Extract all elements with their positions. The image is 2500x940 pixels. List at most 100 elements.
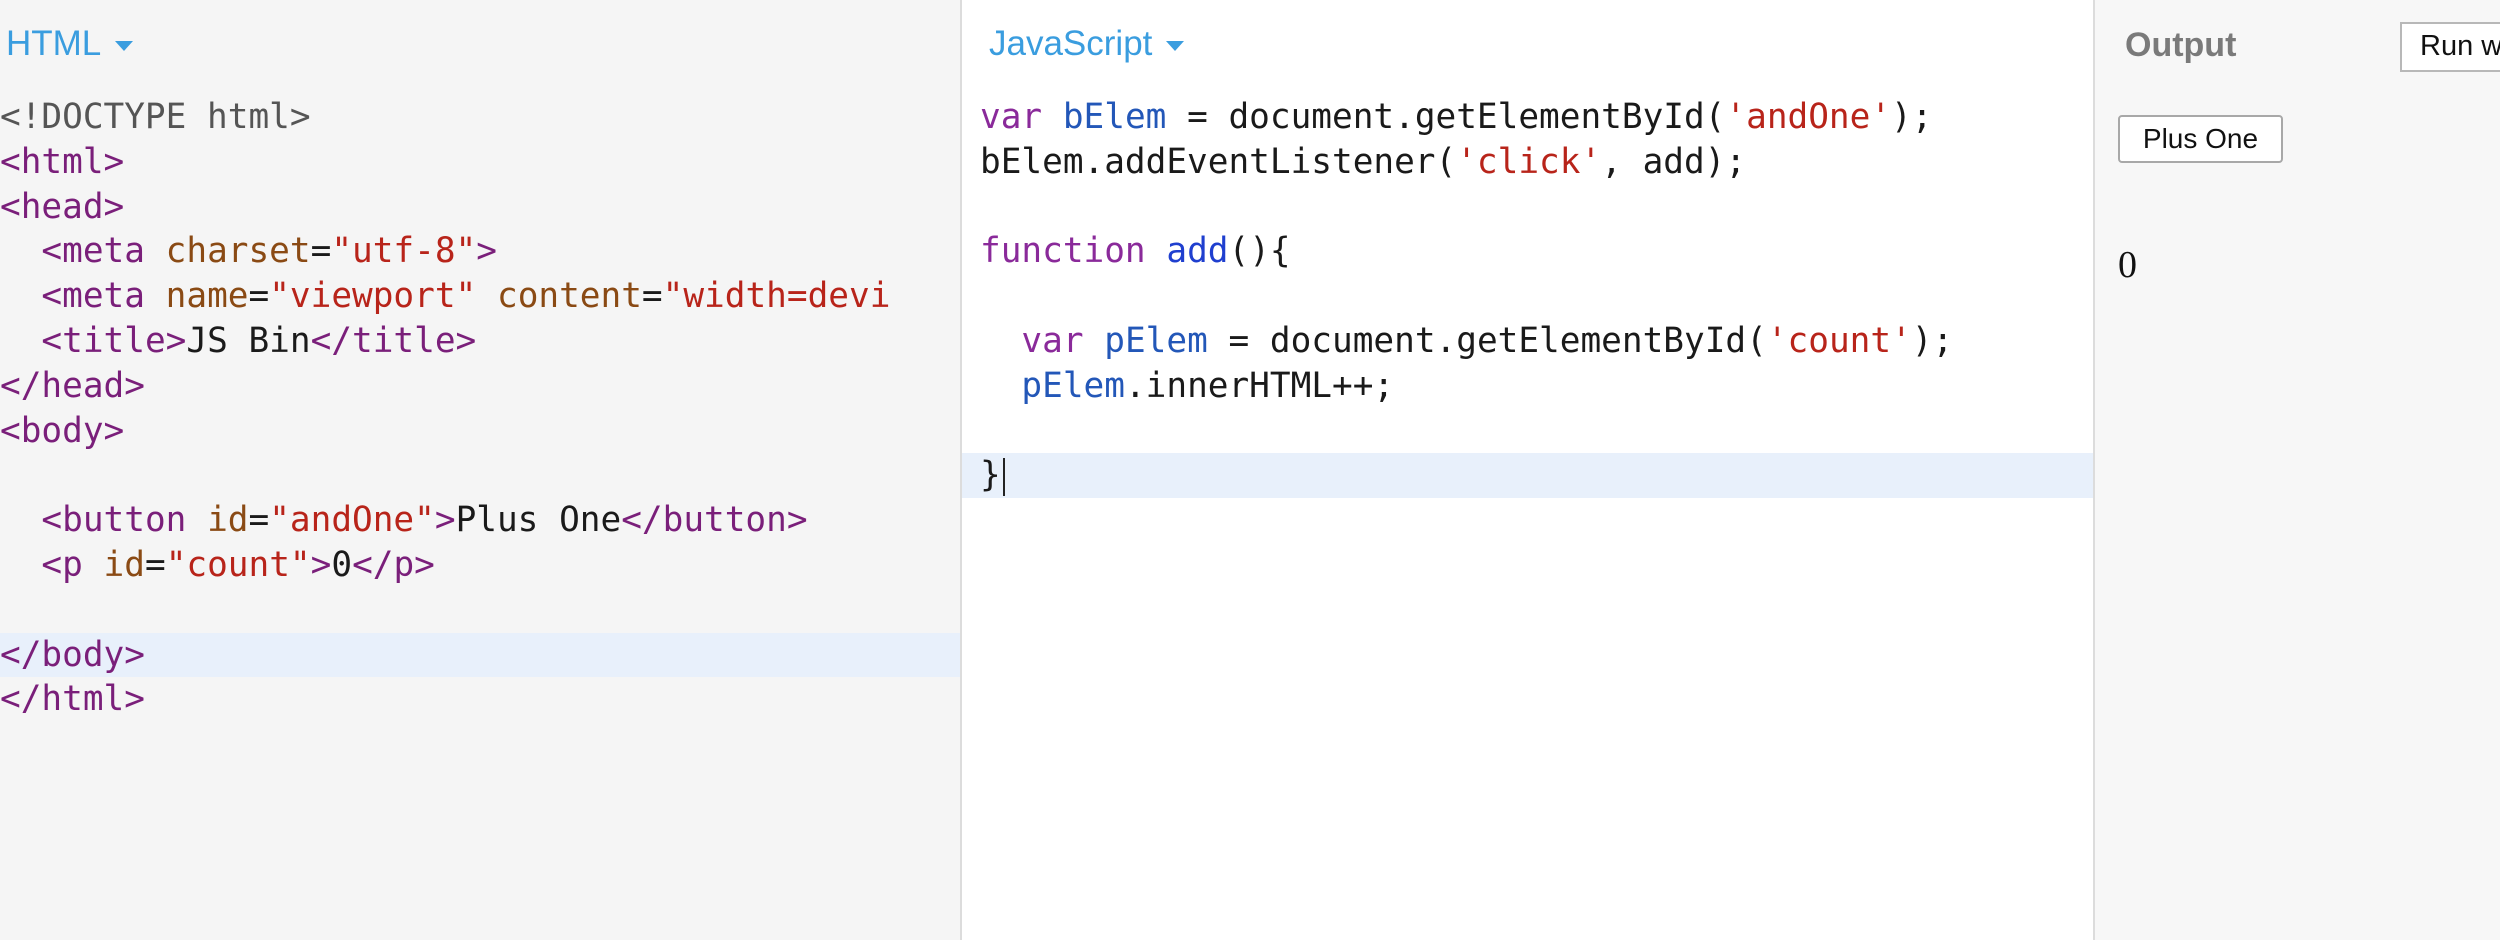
code-line[interactable]: </body> (0, 632, 960, 678)
text-cursor (1002, 457, 1005, 496)
code-token: <meta (41, 276, 166, 317)
code-token: 0 (331, 544, 353, 585)
code-token: function (980, 231, 1167, 272)
code-token: = (310, 231, 332, 272)
code-token: JS Bin (186, 320, 311, 361)
code-token: (){ (1228, 231, 1291, 272)
code-token: <title> (41, 320, 187, 361)
code-line[interactable]: ​ (0, 453, 960, 498)
chevron-down-icon (115, 41, 134, 51)
code-token: var (1021, 320, 1105, 361)
code-line[interactable]: bElem.addEventListener('click', add); (962, 140, 2093, 185)
code-line[interactable]: </head> (0, 364, 960, 409)
code-token: = (248, 276, 270, 317)
code-token: 'count' (1766, 320, 1912, 361)
code-line[interactable]: <body> (0, 409, 960, 454)
code-token: "viewport" (269, 276, 477, 317)
output-panel-title: Output (2125, 26, 2237, 64)
plus-one-button[interactable]: Plus One (2118, 115, 2283, 163)
code-token: ); (1891, 97, 1933, 137)
code-token: bElem.addEventListener( (980, 141, 1457, 182)
code-line[interactable]: <p id="count">0</p> (0, 543, 960, 588)
code-line[interactable]: <meta charset="utf-8"> (0, 229, 960, 274)
code-token: > (310, 544, 332, 585)
chevron-down-icon (1166, 41, 1185, 51)
code-token: add (1166, 231, 1229, 272)
code-token: charset (165, 231, 311, 272)
code-line[interactable]: <html> (0, 140, 960, 185)
code-token: var (980, 97, 1063, 137)
code-token: <p (41, 544, 104, 585)
code-token: </p> (352, 544, 435, 585)
code-line[interactable]: var pElem = document.getElementById('cou… (962, 319, 2093, 364)
code-token: <html> (0, 141, 125, 182)
code-token: = (248, 500, 270, 541)
code-token: </head> (0, 365, 145, 406)
code-line[interactable]: ​ (0, 588, 960, 633)
code-token: id (103, 544, 145, 585)
html-code-area[interactable]: <!DOCTYPE html> <html> <head> <meta charse… (0, 95, 960, 722)
code-token: "width=devi (662, 276, 891, 317)
code-token: "andOne" (269, 500, 435, 541)
code-token: = (641, 276, 663, 317)
code-token: pElem (1104, 320, 1208, 361)
code-token: = document.getElementById( (1166, 97, 1726, 137)
code-token: = document.getElementById( (1207, 320, 1767, 361)
html-editor-panel[interactable]: HTML <!DOCTYPE html> <html> <head> <meta c… (0, 0, 960, 940)
code-line[interactable]: ​ (962, 185, 2093, 230)
code-line[interactable]: } (962, 453, 2093, 499)
code-token: bElem (1062, 97, 1167, 137)
code-line[interactable]: var bElem = document.getElementById('and… (962, 95, 2093, 140)
code-line[interactable]: <meta name="viewport" content="width=dev… (0, 274, 960, 319)
code-token: </button> (621, 500, 808, 541)
code-line[interactable]: function add(){ (962, 229, 2093, 274)
code-token: pElem (1021, 365, 1125, 406)
code-token: > (476, 231, 497, 272)
code-token: name (165, 276, 249, 317)
code-token: Plus One (455, 500, 622, 541)
code-token: "utf-8" (331, 231, 477, 272)
code-line[interactable]: <!DOCTYPE html> (0, 95, 960, 140)
code-token: , add); (1601, 141, 1747, 182)
code-token: <button (41, 500, 208, 541)
code-line[interactable]: <head> (0, 185, 960, 230)
code-line[interactable]: pElem.innerHTML++; (962, 364, 2093, 409)
code-line[interactable]: ​ (962, 409, 2093, 454)
html-panel-dropdown[interactable]: HTML (6, 24, 134, 64)
code-token: } (980, 455, 1001, 496)
code-token: </body> (0, 634, 145, 675)
code-token: > (434, 500, 456, 541)
javascript-code-area[interactable]: var bElem = document.getElementById('and… (962, 95, 2093, 499)
code-line[interactable]: </html> (0, 677, 960, 722)
code-token: <meta (41, 231, 166, 272)
code-line[interactable]: <title>JS Bin</title> (0, 319, 960, 364)
javascript-editor-panel[interactable]: JavaScript var bElem = document.getEleme… (960, 0, 2095, 940)
code-token: </title> (310, 320, 477, 361)
code-token: ); (1911, 320, 1954, 361)
javascript-panel-dropdown[interactable]: JavaScript (989, 24, 1185, 64)
code-line[interactable]: ​ (962, 274, 2093, 319)
code-token: .innerHTML++; (1124, 365, 1395, 406)
code-token: = (144, 544, 166, 585)
code-token: id (207, 500, 249, 541)
code-token: <body> (0, 410, 125, 451)
code-token: 'andOne' (1725, 97, 1892, 137)
run-with-js-button[interactable]: Run w (2400, 22, 2500, 72)
code-token: "count" (165, 544, 311, 585)
count-paragraph: 0 (2118, 244, 2137, 286)
javascript-panel-label: JavaScript (989, 24, 1153, 63)
code-line[interactable]: <button id="andOne">Plus One</button> (0, 498, 960, 543)
html-panel-label: HTML (6, 24, 102, 63)
code-token: content (496, 276, 642, 317)
code-token: <head> (0, 186, 125, 227)
output-panel: Output Run w Plus One 0 (2095, 0, 2500, 940)
code-token: <!DOCTYPE html> (0, 97, 311, 137)
code-token: 'click' (1456, 141, 1602, 182)
